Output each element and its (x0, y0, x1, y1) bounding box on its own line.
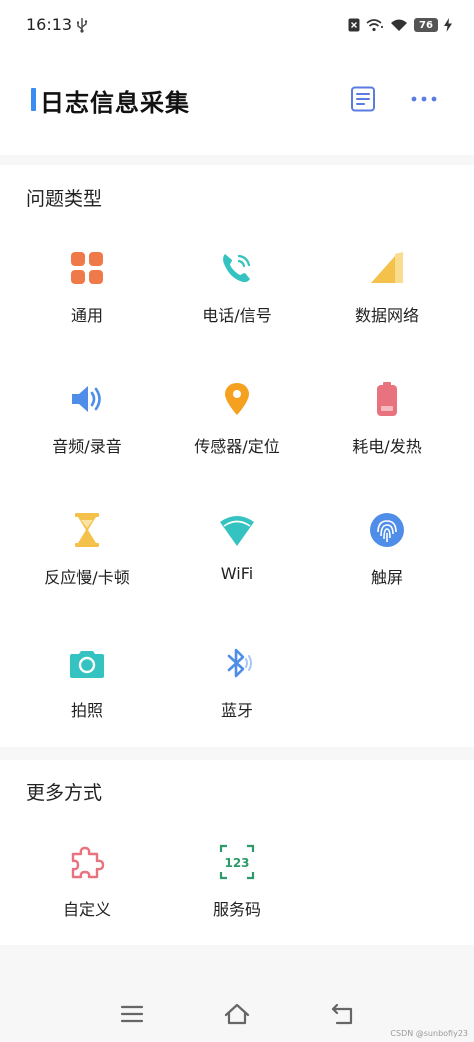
item-custom[interactable]: 自定义 (8, 844, 166, 944)
back-icon[interactable] (330, 1001, 356, 1027)
service-code-icon: 123 (219, 844, 255, 880)
page-title: 日志信息采集 (40, 89, 190, 117)
item-audio-recording[interactable]: 音频/录音 (8, 381, 166, 481)
document-icon[interactable] (350, 86, 376, 112)
item-label: 反应慢/卡顿 (44, 568, 130, 587)
more-icon[interactable] (410, 93, 438, 105)
item-label: WiFi (220, 564, 254, 583)
item-wifi[interactable]: WiFi (158, 512, 316, 612)
battery-icon: 76 (414, 18, 438, 32)
wifi-hotspot-icon (366, 19, 383, 32)
item-power-heat[interactable]: 耗电/发热 (308, 381, 466, 481)
home-icon[interactable] (224, 1001, 250, 1027)
item-data-network[interactable]: 数据网络 (308, 250, 466, 350)
menu-icon[interactable] (119, 1001, 145, 1027)
item-camera[interactable]: 拍照 (8, 645, 166, 745)
problem-type-section: 问题类型 通用 电话/信号 数据网络 音频/录音 传感器/定位 耗电/发热 反应… (0, 165, 474, 747)
item-label: 传感器/定位 (194, 437, 280, 456)
title-accent-bar (31, 88, 36, 111)
status-icons: 76 (348, 15, 452, 35)
wifi-icon (220, 516, 254, 546)
status-time: 16:13 (26, 15, 73, 34)
navigation-bar: CSDN @sunbofiy23 (0, 985, 474, 1042)
item-label: 触屏 (370, 568, 403, 587)
item-service-code[interactable]: 123 服务码 (158, 844, 316, 944)
item-label: 拍照 (70, 701, 103, 720)
item-label: 耗电/发热 (352, 437, 422, 456)
section-title-more-methods: 更多方式 (26, 782, 103, 804)
item-sensor-location[interactable]: 传感器/定位 (158, 381, 316, 481)
hourglass-icon (75, 513, 99, 547)
sim-missing-icon (348, 18, 360, 32)
bluetooth-icon (227, 648, 252, 678)
item-label: 音频/录音 (52, 437, 122, 456)
item-label: 电话/信号 (202, 306, 272, 325)
fingerprint-icon (370, 513, 404, 547)
item-label: 自定义 (62, 900, 111, 919)
item-touchscreen[interactable]: 触屏 (308, 512, 466, 612)
item-phone-signal[interactable]: 电话/信号 (158, 250, 316, 350)
service-code-text: 123 (224, 856, 249, 870)
item-label: 数据网络 (354, 306, 419, 325)
section-title-problem-type: 问题类型 (26, 188, 103, 210)
speaker-icon (72, 386, 101, 412)
phone-icon (223, 254, 251, 283)
item-general[interactable]: 通用 (8, 250, 166, 350)
item-label: 通用 (70, 306, 103, 325)
item-label: 服务码 (212, 900, 261, 919)
puzzle-icon (71, 846, 105, 879)
grid-apps-icon (71, 252, 103, 284)
battery-icon (377, 382, 397, 416)
item-slow-lag[interactable]: 反应慢/卡顿 (8, 512, 166, 612)
camera-icon (70, 651, 104, 678)
item-bluetooth[interactable]: 蓝牙 (158, 645, 316, 745)
location-pin-icon (225, 383, 249, 415)
watermark: CSDN @sunbofiy23 (390, 1029, 468, 1038)
signal-icon (371, 252, 403, 283)
status-bar: 16:13 76 (0, 0, 474, 50)
more-methods-section: 更多方式 自定义 123 服务码 (0, 760, 474, 945)
item-label: 蓝牙 (220, 701, 253, 720)
usb-icon (77, 18, 88, 33)
charging-icon (444, 18, 452, 32)
wifi-icon (391, 19, 407, 31)
